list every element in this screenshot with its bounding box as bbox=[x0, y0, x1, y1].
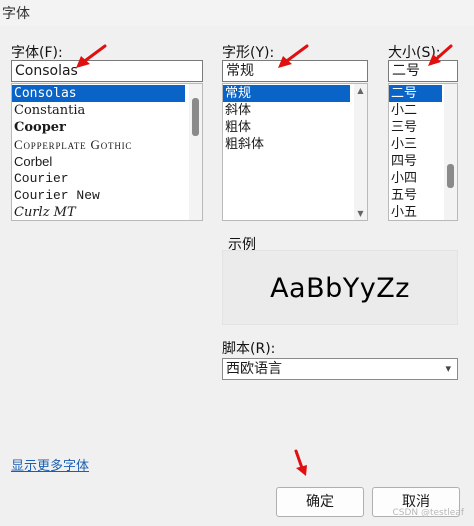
script-select[interactable]: 西欧语言 ▾ bbox=[222, 358, 458, 380]
font-item-curlz-mt[interactable]: Curlz MT bbox=[12, 204, 185, 220]
size-list[interactable]: 二号 小二 三号 小三 四号 小四 五号 小五 bbox=[388, 83, 458, 221]
scroll-down-icon[interactable]: ▼ bbox=[354, 207, 367, 220]
style-list-scrollbar[interactable]: ▲ ▼ bbox=[354, 84, 367, 220]
font-item-copperplate-gothic[interactable]: Copperplate Gothic bbox=[12, 136, 185, 153]
window-titlebar: 字体 bbox=[0, 0, 474, 26]
font-item-consolas[interactable]: Consolas bbox=[12, 85, 185, 102]
size-item[interactable]: 五号 bbox=[389, 187, 442, 204]
chevron-down-icon: ▾ bbox=[445, 362, 451, 375]
font-item-corbel[interactable]: Corbel bbox=[12, 153, 185, 170]
script-select-value: 西欧语言 bbox=[226, 361, 282, 377]
annotation-arrow-icon bbox=[76, 44, 107, 68]
style-list[interactable]: 常规 斜体 粗体 粗斜体 ▲ ▼ bbox=[222, 83, 368, 221]
preview-text: AaBbYyZz bbox=[270, 273, 410, 304]
window-title: 字体 bbox=[2, 6, 30, 22]
watermark: CSDN @testleaf bbox=[392, 508, 464, 518]
show-more-fonts-link[interactable]: 显示更多字体 bbox=[11, 455, 89, 474]
size-item[interactable]: 小五 bbox=[389, 204, 442, 220]
size-list-scroll-thumb[interactable] bbox=[447, 164, 454, 188]
style-item-bold-italic[interactable]: 粗斜体 bbox=[223, 136, 350, 153]
size-item[interactable]: 小四 bbox=[389, 170, 442, 187]
font-list-scrollbar[interactable] bbox=[189, 84, 202, 220]
size-item[interactable]: 小二 bbox=[389, 102, 442, 119]
script-label: 脚本(R): bbox=[222, 341, 276, 357]
style-label: 字形(Y): bbox=[222, 45, 275, 61]
size-item[interactable]: 二号 bbox=[389, 85, 442, 102]
style-item-regular[interactable]: 常规 bbox=[223, 85, 350, 102]
size-list-scrollbar[interactable] bbox=[444, 84, 457, 220]
font-item-courier[interactable]: Courier bbox=[12, 170, 185, 187]
ok-button[interactable]: 确定 bbox=[276, 487, 364, 517]
size-item[interactable]: 四号 bbox=[389, 153, 442, 170]
annotation-arrow-icon bbox=[428, 44, 453, 66]
annotation-arrow-icon bbox=[294, 449, 307, 476]
annotation-arrow-icon bbox=[278, 44, 309, 68]
size-item[interactable]: 三号 bbox=[389, 119, 442, 136]
font-item-cooper[interactable]: Cooper bbox=[12, 119, 185, 136]
size-item[interactable]: 小三 bbox=[389, 136, 442, 153]
font-label: 字体(F): bbox=[11, 45, 63, 61]
font-item-constantia[interactable]: Constantia bbox=[12, 102, 185, 119]
font-list[interactable]: Consolas Constantia Cooper Copperplate G… bbox=[11, 83, 203, 221]
font-list-scroll-thumb[interactable] bbox=[192, 98, 199, 136]
preview-box: AaBbYyZz bbox=[222, 250, 458, 325]
style-item-italic[interactable]: 斜体 bbox=[223, 102, 350, 119]
scroll-up-icon[interactable]: ▲ bbox=[354, 84, 367, 97]
font-item-courier-new[interactable]: Courier New bbox=[12, 187, 185, 204]
style-item-bold[interactable]: 粗体 bbox=[223, 119, 350, 136]
